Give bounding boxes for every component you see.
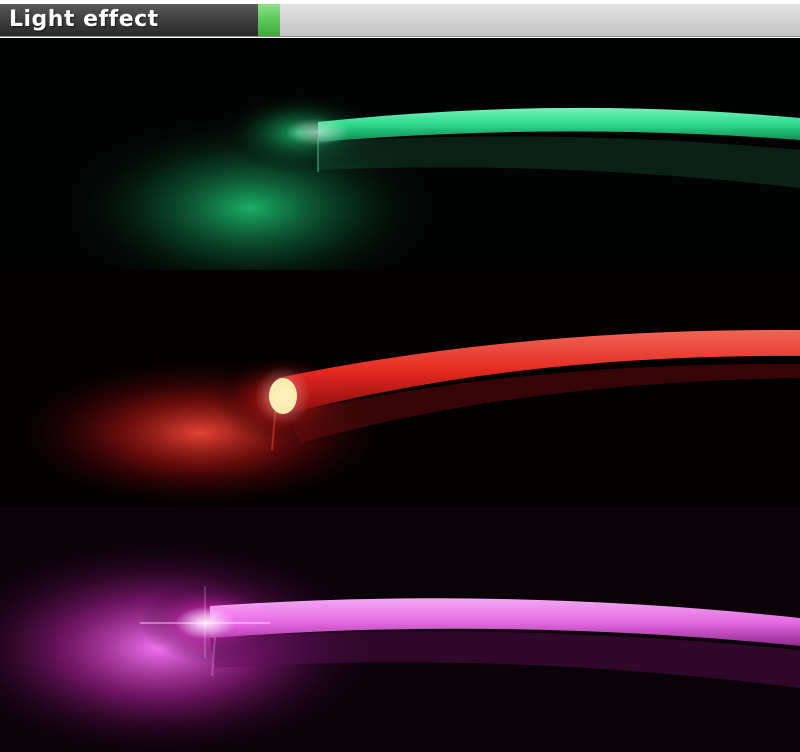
green-glow-panel bbox=[0, 38, 800, 303]
red-glow-panel bbox=[0, 270, 800, 513]
product-photo bbox=[0, 38, 800, 752]
title-accent-block bbox=[258, 4, 280, 36]
section-title: Light effect bbox=[9, 7, 159, 32]
header: Light effect bbox=[0, 0, 800, 40]
pink-glow-panel bbox=[0, 506, 800, 752]
